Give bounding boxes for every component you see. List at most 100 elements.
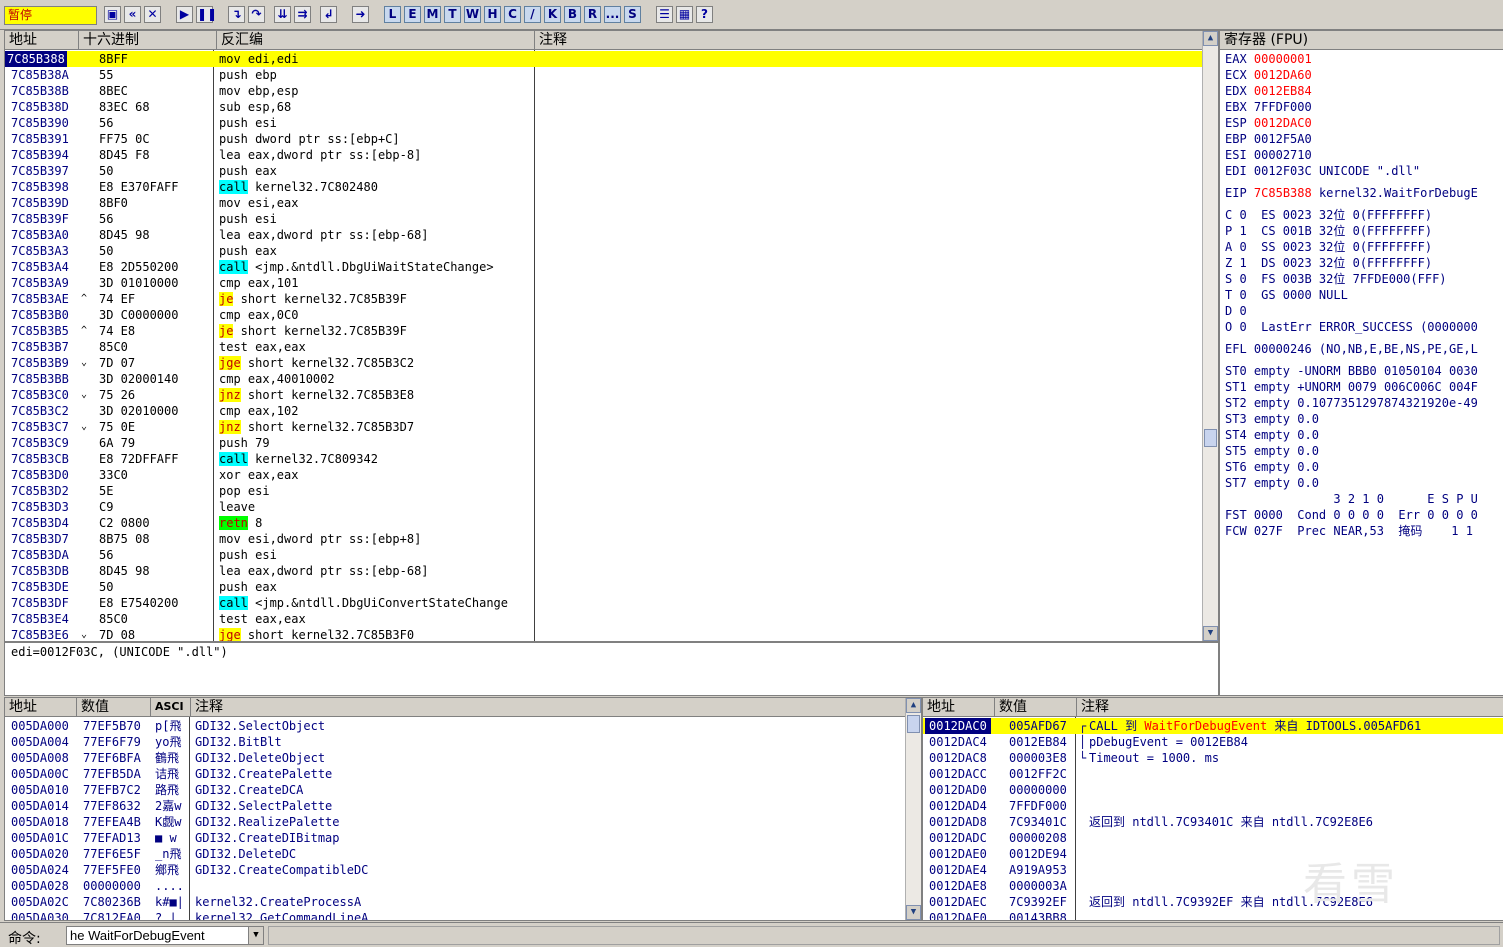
col-header-hex[interactable]: 十六进制 — [79, 31, 217, 50]
disasm-row[interactable]: 7C85B39D 8BF0 mov esi,eax — [5, 195, 1218, 211]
disasm-row[interactable]: 7C85B3E4 85C0 test eax,eax — [5, 611, 1218, 627]
fpu-register[interactable]: ST7 empty 0.0 — [1225, 475, 1503, 491]
register-ecx[interactable]: ECX 0012DA60 — [1225, 67, 1503, 83]
command-combo[interactable]: he WaitForDebugEvent ▼ — [66, 926, 264, 945]
scroll-up-icon[interactable]: ▲ — [906, 698, 921, 713]
stack-row[interactable]: 0012DAF0 00143BB8 — [923, 910, 1503, 920]
disasm-row[interactable]: 7C85B3D7 8B75 08 mov esi,dword ptr ss:[ebp… — [5, 531, 1218, 547]
disasm-row[interactable]: 7C85B3BB 3D 02000140 cmp eax,40010002 — [5, 371, 1218, 387]
stack-row[interactable]: 0012DAE4 A919A953 — [923, 862, 1503, 878]
dump-row[interactable]: 005DA020 77EF6E5F _n飛 GDI32.DeleteDC — [5, 846, 921, 862]
disasm-row[interactable]: 7C85B3D3 C9 leave — [5, 499, 1218, 515]
register-value[interactable]: 0012F03C — [1254, 164, 1312, 178]
chevron-down-icon[interactable]: ▼ — [248, 927, 263, 944]
flag-line[interactable]: T 0 GS 0000 NULL — [1225, 287, 1503, 303]
register-value[interactable]: 0012EB84 — [1254, 84, 1312, 98]
dump-header-comment[interactable]: 注释 — [191, 698, 907, 717]
flag-line[interactable]: A 0 SS 0023 32位 0(FFFFFFFF) — [1225, 239, 1503, 255]
step-into-icon[interactable]: ↴ — [228, 6, 245, 23]
dump-header-ascii[interactable]: ASCI — [151, 698, 191, 717]
disasm-row[interactable]: 7C85B3DB 8D45 98 lea eax,dword ptr ss:[ebp… — [5, 563, 1218, 579]
stack-header-comment[interactable]: 注释 — [1077, 698, 1503, 717]
restart-icon[interactable]: « — [124, 6, 141, 23]
flag-line[interactable]: S 0 FS 003B 32位 7FFDE000(FFF) — [1225, 271, 1503, 287]
disasm-row[interactable]: 7C85B3A4 E8 2D550200 call <jmp.&ntdll.DbgU… — [5, 259, 1218, 275]
window-button-4[interactable]: W — [464, 6, 481, 23]
stack-row[interactable]: 0012DAD8 7C93401C 返回到 ntdll.7C93401C 来自 nt… — [923, 814, 1503, 830]
window-button-7[interactable]: / — [524, 6, 541, 23]
register-value[interactable]: 00000001 — [1254, 52, 1312, 66]
register-edi[interactable]: EDI 0012F03C UNICODE ".dll" — [1225, 163, 1503, 179]
fpu-register[interactable]: ST3 empty 0.0 — [1225, 411, 1503, 427]
disasm-row[interactable]: 7C85B3B0 3D C0000000 cmp eax,0C0 — [5, 307, 1218, 323]
dump-row[interactable]: 005DA028 00000000.... — [5, 878, 921, 894]
registers-title[interactable]: 寄存器 (FPU) — [1220, 31, 1503, 50]
eflags-line[interactable]: EFL 00000246 (NO,NB,E,BE,NS,PE,GE,L — [1225, 341, 1503, 357]
stack-row[interactable]: 0012DAC4 0012EB84 │ pDebugEvent = 0012EB84 — [923, 734, 1503, 750]
pause-icon[interactable]: ❚❚ — [196, 6, 217, 23]
register-eip[interactable]: EIP 7C85B388 kernel32.WaitForDebugE — [1225, 185, 1503, 201]
register-value[interactable]: 7C85B388 — [1254, 186, 1312, 200]
window-button-8[interactable]: K — [544, 6, 561, 23]
stack-row[interactable]: 0012DAD4 7FFDF000 — [923, 798, 1503, 814]
window-button-1[interactable]: E — [404, 6, 421, 23]
fpu-register[interactable]: ST0 empty -UNORM BBB0 01050104 0030 — [1225, 363, 1503, 379]
disasm-row[interactable]: 7C85B38D 83EC 68 sub esp,68 — [5, 99, 1218, 115]
window-button-11[interactable]: ... — [604, 6, 621, 23]
register-ebx[interactable]: EBX 7FFDF000 — [1225, 99, 1503, 115]
stack-row[interactable]: 0012DAE8 0000003A — [923, 878, 1503, 894]
register-value[interactable]: 0012DAC0 — [1254, 116, 1312, 130]
dump-header-address[interactable]: 地址 — [5, 698, 77, 717]
register-value[interactable]: 0012DA60 — [1254, 68, 1312, 82]
window-button-10[interactable]: R — [584, 6, 601, 23]
step-over-icon[interactable]: ↷ — [248, 6, 265, 23]
disasm-row[interactable]: 7C85B3C9 6A 79 push 79 — [5, 435, 1218, 451]
go-to-icon[interactable]: ➜ — [352, 6, 369, 23]
disasm-row[interactable]: 7C85B390 56 push esi — [5, 115, 1218, 131]
flag-line[interactable]: O 0 LastErr ERROR_SUCCESS (0000000 — [1225, 319, 1503, 335]
stack-pane[interactable]: 地址 数值 注释 0012DAC0 005AFD67 ┌ CALL 到 WaitFor… — [922, 697, 1503, 921]
scroll-thumb[interactable] — [907, 715, 920, 733]
disasm-row[interactable]: 7C85B388 8BFF mov edi,edi — [5, 51, 1218, 67]
disasm-row[interactable]: 7C85B3B9 ⌄ 7D 07 jge short kernel32.7C85B3C… — [5, 355, 1218, 371]
stack-row[interactable]: 0012DAD0 00000000 — [923, 782, 1503, 798]
fpu-register[interactable]: ST1 empty +UNORM 0079 006C006C 004F — [1225, 379, 1503, 395]
col-header-comment[interactable]: 注释 — [535, 31, 1204, 50]
flag-line[interactable]: P 1 CS 001B 32位 0(FFFFFFFF) — [1225, 223, 1503, 239]
scroll-down-icon[interactable]: ▼ — [1203, 626, 1218, 641]
disasm-row[interactable]: 7C85B3C7 ⌄ 75 0E jnz short kernel32.7C85B3D… — [5, 419, 1218, 435]
stack-header-address[interactable]: 地址 — [923, 698, 995, 717]
fpu-register[interactable]: ST2 empty 0.1077351297874321920e-49 — [1225, 395, 1503, 411]
command-input[interactable]: he WaitForDebugEvent — [70, 928, 205, 943]
window-button-12[interactable]: S — [624, 6, 641, 23]
trace-over-icon[interactable]: ⇉ — [294, 6, 311, 23]
disasm-row[interactable]: 7C85B3AE ^ 74 EF je short kernel32.7C85B39F — [5, 291, 1218, 307]
dump-header-value[interactable]: 数值 — [77, 698, 151, 717]
window-button-6[interactable]: C — [504, 6, 521, 23]
run-icon[interactable]: ▶ — [176, 6, 193, 23]
stack-row[interactable]: 0012DACC 0012FF2C — [923, 766, 1503, 782]
register-value[interactable]: 7FFDF000 — [1254, 100, 1312, 114]
stack-row[interactable]: 0012DAE0 0012DE94 — [923, 846, 1503, 862]
dump-row[interactable]: 005DA008 77EF6BFA 鶴飛 GDI32.DeleteObject — [5, 750, 921, 766]
scroll-down-icon[interactable]: ▼ — [906, 905, 921, 920]
register-value[interactable]: 0012F5A0 — [1254, 132, 1312, 146]
register-eax[interactable]: EAX 00000001 — [1225, 51, 1503, 67]
disasm-row[interactable]: 7C85B3E6 ⌄ 7D 08 jge short kernel32.7C85B3F… — [5, 627, 1218, 641]
fpu-register[interactable]: ST6 empty 0.0 — [1225, 459, 1503, 475]
scroll-thumb[interactable] — [1204, 429, 1217, 447]
dump-row[interactable]: 005DA030 7C812FA0 ?.| kernel32.GetCommandLi… — [5, 910, 921, 920]
grid-icon[interactable]: ▦ — [676, 6, 693, 23]
disasm-row[interactable]: 7C85B39F 56 push esi — [5, 211, 1218, 227]
disasm-row[interactable]: 7C85B397 50 push eax — [5, 163, 1218, 179]
registers-pane[interactable]: 寄存器 (FPU) EAX 00000001 ECX 0012DA60 EDX 00… — [1219, 30, 1503, 696]
disasm-row[interactable]: 7C85B3C0 ⌄ 75 26 jnz short kernel32.7C85B3E… — [5, 387, 1218, 403]
dump-pane[interactable]: 地址 数值 ASCI 注释 005DA000 77EF5B70 p[飛 GDI32.S… — [4, 697, 922, 921]
stack-row[interactable]: 0012DAEC 7C9392EF 返回到 ntdll.7C9392EF 来自 nt… — [923, 894, 1503, 910]
dump-scrollbar[interactable]: ▲ ▼ — [905, 698, 921, 920]
fpu-register[interactable]: ST5 empty 0.0 — [1225, 443, 1503, 459]
disasm-row[interactable]: 7C85B3D2 5E pop esi — [5, 483, 1218, 499]
stack-row[interactable]: 0012DAC0 005AFD67 ┌ CALL 到 WaitForDebugEven… — [923, 718, 1503, 734]
flag-line[interactable]: D 0 — [1225, 303, 1503, 319]
disasm-row[interactable]: 7C85B3A9 3D 01010000 cmp eax,101 — [5, 275, 1218, 291]
